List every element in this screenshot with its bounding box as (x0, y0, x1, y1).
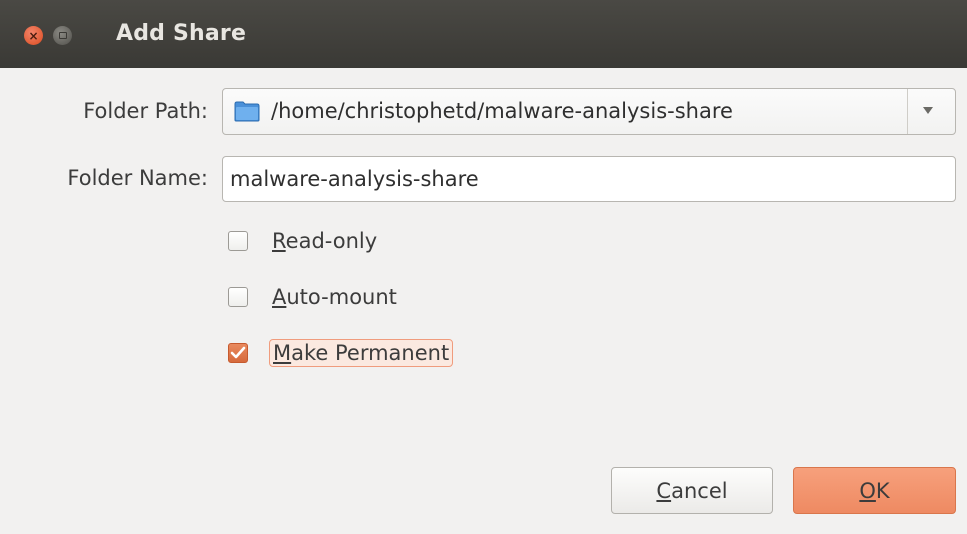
make-permanent-text: ake Permanent (291, 341, 450, 365)
auto-mount-option[interactable]: Auto-mount (228, 285, 397, 309)
folder-path-value: /home/christophetd/malware-analysis-shar… (271, 99, 733, 123)
folder-name-label: Folder Name: (67, 166, 208, 190)
make-permanent-checkbox[interactable] (228, 343, 248, 363)
maximize-button[interactable] (53, 26, 72, 45)
read-only-label[interactable]: Read-only (272, 229, 377, 253)
make-permanent-option[interactable]: Make Permanent (228, 339, 454, 367)
window-title: Add Share (116, 21, 247, 46)
cancel-text: ancel (671, 478, 728, 503)
auto-mount-label[interactable]: Auto-mount (272, 285, 397, 309)
auto-mount-checkbox[interactable] (228, 287, 248, 307)
read-only-text: ead-only (285, 229, 378, 253)
read-only-mnemonic: R (272, 229, 286, 253)
ok-button[interactable]: OK (793, 467, 956, 514)
folder-path-combobox[interactable]: /home/christophetd/malware-analysis-shar… (222, 88, 956, 135)
ok-mnemonic: O (859, 478, 876, 503)
auto-mount-text: uto-mount (286, 285, 397, 309)
ok-text: K (875, 478, 890, 503)
cancel-mnemonic: C (656, 478, 672, 503)
title-bar[interactable]: × Add Share (0, 0, 967, 68)
auto-mount-mnemonic: A (272, 285, 287, 309)
make-permanent-mnemonic: M (273, 341, 292, 365)
maximize-icon (58, 32, 67, 39)
chevron-down-icon[interactable] (923, 107, 933, 114)
combo-separator (907, 89, 908, 134)
close-icon: × (28, 28, 39, 43)
read-only-checkbox[interactable] (228, 231, 248, 251)
read-only-option[interactable]: Read-only (228, 229, 377, 253)
checkmark-icon (230, 346, 246, 359)
folder-path-label: Folder Path: (83, 99, 208, 123)
close-button[interactable]: × (24, 26, 43, 45)
make-permanent-label[interactable]: Make Permanent (269, 339, 454, 367)
cancel-button[interactable]: Cancel (611, 467, 773, 514)
folder-icon (234, 101, 260, 122)
add-share-dialog: × Add Share Folder Path: /home/christoph… (0, 0, 967, 534)
folder-name-input[interactable]: malware-analysis-share (222, 156, 956, 202)
